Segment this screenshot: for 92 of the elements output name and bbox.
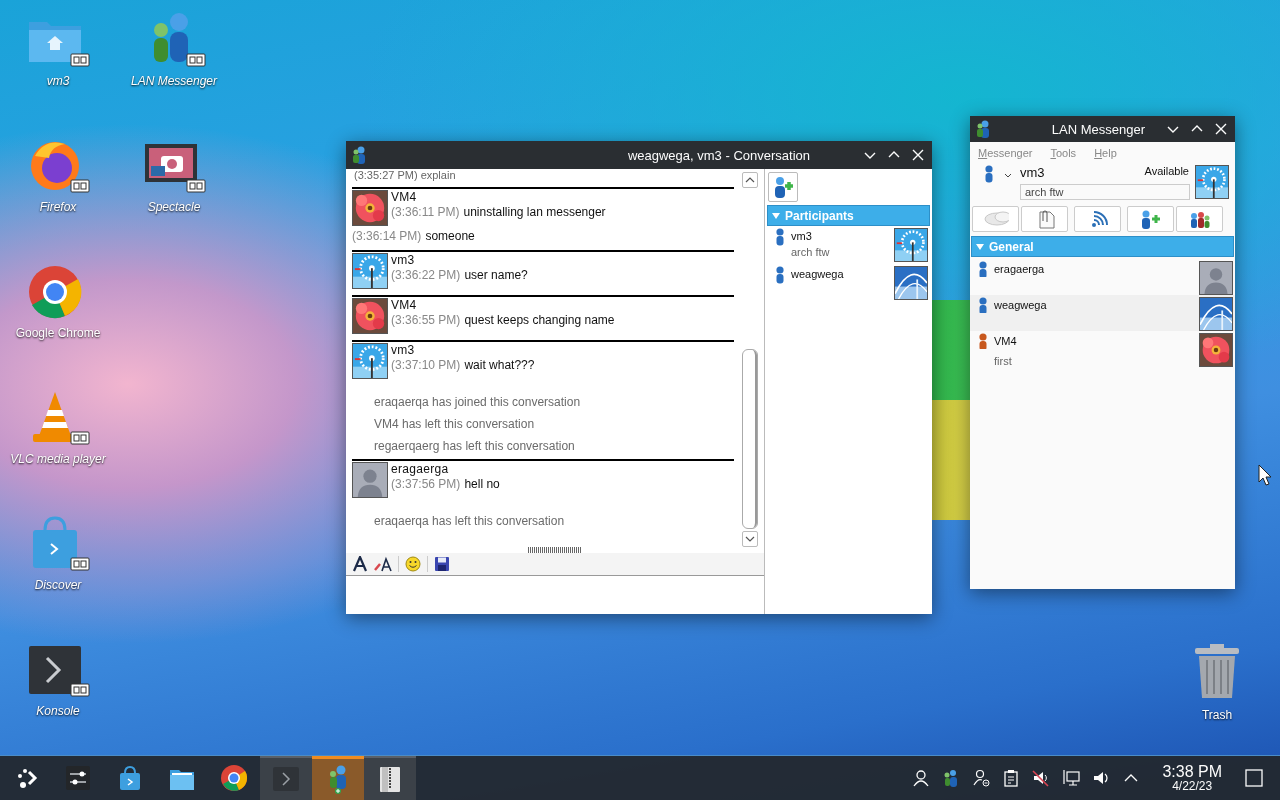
participant-note: arch ftw [791, 246, 831, 258]
toolbar-button[interactable] [1176, 206, 1223, 232]
expanded-icon [772, 211, 780, 220]
clock-time: 3:38 PM [1162, 763, 1222, 780]
user-minus-icon[interactable] [972, 769, 991, 787]
network-icon[interactable] [1062, 769, 1081, 787]
icon-label: Spectacle [147, 200, 201, 214]
save-icon[interactable] [434, 556, 450, 572]
icon-label: Konsole [36, 704, 80, 718]
sender-name: vm3 [391, 343, 416, 357]
toolbar-button[interactable] [1074, 206, 1121, 232]
system-message: regaerqaerg has left this conversation [373, 439, 576, 453]
toolbar-button[interactable] [1127, 206, 1174, 232]
window-title: LAN Messenger [1050, 121, 1146, 137]
menu-item[interactable]: Tools [1050, 147, 1077, 159]
icon-label: vm3 [46, 74, 70, 88]
status-label: Available [1144, 165, 1190, 179]
volume-icon[interactable] [1092, 769, 1111, 787]
clock[interactable]: 3:38 PM 4/22/23 [1162, 763, 1222, 793]
system-message: eraqaerqa has left this conversation [373, 514, 566, 528]
system-message: VM4 has left this conversation [373, 417, 536, 431]
sender-name: VM4 [391, 298, 418, 312]
menu-item[interactable]: Help [1094, 147, 1117, 159]
group-title: Participants [785, 208, 854, 223]
icon-label: Trash [1201, 708, 1233, 722]
taskbar-button[interactable] [364, 756, 416, 800]
chat-bubble-icon [982, 209, 1009, 229]
message-text: (3:35:27 PM) explain [353, 169, 457, 181]
icon-label: Discover [34, 578, 82, 592]
sliders-icon [64, 763, 92, 793]
terminal-icon [272, 764, 300, 794]
timestamp: (3:37:56 PM) [391, 477, 461, 491]
icon-label: LAN Messenger [130, 74, 217, 88]
message-text: someone [425, 229, 475, 243]
sender-name: VM4 [391, 190, 418, 204]
dropdown-icon[interactable] [1004, 173, 1012, 179]
participant-row[interactable]: vm3 arch ftw [767, 226, 930, 264]
sender-name: vm3 [391, 253, 416, 267]
participant-name: weagwega [791, 268, 845, 280]
contact-note: first [994, 355, 1013, 367]
smiley-icon[interactable] [405, 556, 421, 572]
scroll-down-icon[interactable] [742, 531, 758, 547]
icon-label: VLC media player [10, 452, 106, 466]
window-title: weagwega, vm3 - Conversation [626, 147, 811, 163]
timestamp: (3:36:14 PM) [352, 229, 422, 243]
mouse-cursor-icon [1258, 464, 1272, 486]
user-name: vm3 [1020, 165, 1045, 180]
font-icon[interactable] [352, 556, 368, 572]
contact-name: eragaerga [994, 263, 1046, 275]
sender-name: eragaerga [391, 462, 450, 476]
timestamp: (3:36:55 PM) [391, 313, 461, 327]
person-icon [984, 165, 996, 185]
chrome-icon [220, 763, 248, 793]
timestamp: (3:36:11 PM) [391, 205, 460, 219]
close-icon[interactable] [912, 149, 924, 161]
system-message: eraqaerqa has joined this conversation [373, 395, 582, 409]
font-color-icon[interactable] [374, 556, 392, 572]
icon-label: Google Chrome [15, 326, 101, 340]
show-desktop-icon[interactable] [1244, 768, 1264, 788]
timestamp: (3:36:22 PM) [391, 268, 461, 282]
clipboard-icon[interactable] [1002, 769, 1021, 787]
scroll-up-icon[interactable] [742, 172, 758, 188]
app-icon [352, 146, 366, 164]
contact-row[interactable]: VM4 first [970, 331, 1235, 367]
contact-name: VM4 [994, 335, 1018, 347]
menu-item[interactable]: Messenger [978, 147, 1033, 159]
contact-name: weagwega [994, 299, 1048, 311]
muted-speaker-icon[interactable] [1032, 769, 1051, 787]
status-note-field[interactable]: arch ftw [1020, 184, 1190, 200]
trash-icon[interactable] [1192, 642, 1242, 700]
message-input[interactable] [346, 576, 764, 614]
close-icon[interactable] [1215, 123, 1227, 135]
message-text: user name? [464, 268, 528, 282]
contact-row[interactable]: weagwega [970, 295, 1235, 331]
scrollbar[interactable] [742, 172, 758, 547]
app-icon [976, 120, 990, 138]
clock-date: 4/22/23 [1172, 780, 1213, 793]
expanded-icon [976, 242, 984, 251]
add-participant-button[interactable] [768, 172, 798, 202]
icon-label: Firefox [39, 200, 77, 214]
add-person-icon [772, 176, 794, 198]
user-icon[interactable] [912, 769, 931, 787]
message-text: wait what??? [464, 358, 535, 372]
group-title: General [989, 239, 1034, 254]
message-text: uninstalling lan messenger [463, 205, 606, 219]
splitter-handle[interactable] [528, 547, 582, 553]
scroll-thumb[interactable] [742, 349, 758, 529]
message-text: hell no [464, 477, 500, 491]
timestamp: (3:37:10 PM) [391, 358, 461, 372]
participant-row[interactable]: weagwega [767, 264, 930, 302]
message-text: quest keeps changing name [464, 313, 615, 327]
participant-name: vm3 [791, 230, 813, 242]
